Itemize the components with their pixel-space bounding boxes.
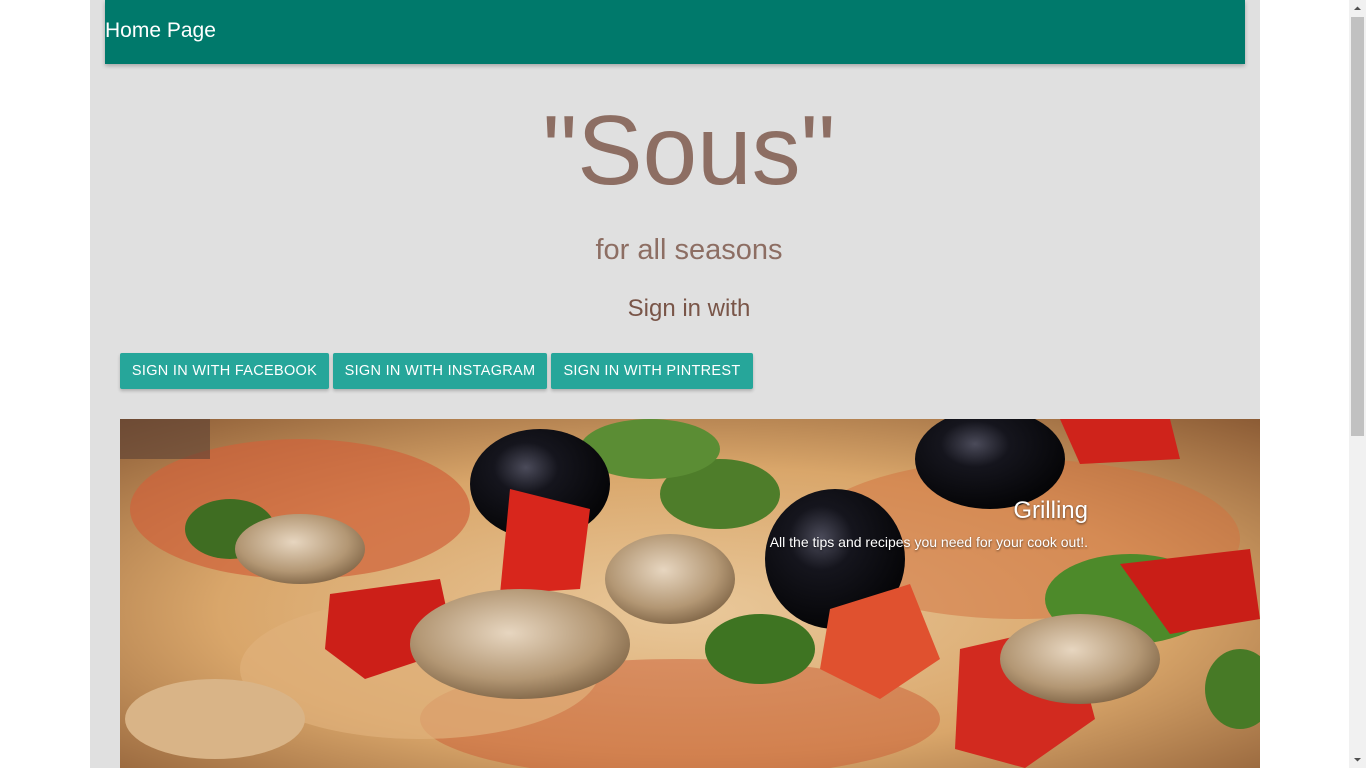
sign-in-facebook-button[interactable]: SIGN IN WITH FACEBOOK: [120, 353, 329, 389]
scrollbar-thumb[interactable]: [1351, 17, 1364, 436]
page-container: Home Page "Sous" for all seasons Sign in…: [90, 0, 1260, 768]
scroll-down-arrow-icon[interactable]: [1349, 751, 1366, 768]
scroll-up-arrow-icon[interactable]: [1349, 0, 1366, 17]
home-page-link[interactable]: Home Page: [105, 19, 216, 43]
sign-in-instagram-button[interactable]: SIGN IN WITH INSTAGRAM: [333, 353, 547, 389]
sign-in-pintrest-button[interactable]: SIGN IN WITH PINTREST: [551, 353, 753, 389]
slide-caption-title: Grilling: [1013, 497, 1088, 524]
pizza-photo: [120, 419, 1260, 768]
page-subtitle: for all seasons: [595, 234, 783, 266]
vertical-scrollbar[interactable]: [1349, 0, 1366, 768]
image-carousel[interactable]: Grilling All the tips and recipes you ne…: [120, 419, 1260, 768]
sign-in-heading: Sign in with: [627, 295, 751, 322]
slide-caption-text: All the tips and recipes you need for yo…: [769, 534, 1088, 550]
page-title: "Sous": [542, 95, 836, 205]
top-navbar: Home Page: [105, 0, 1245, 64]
